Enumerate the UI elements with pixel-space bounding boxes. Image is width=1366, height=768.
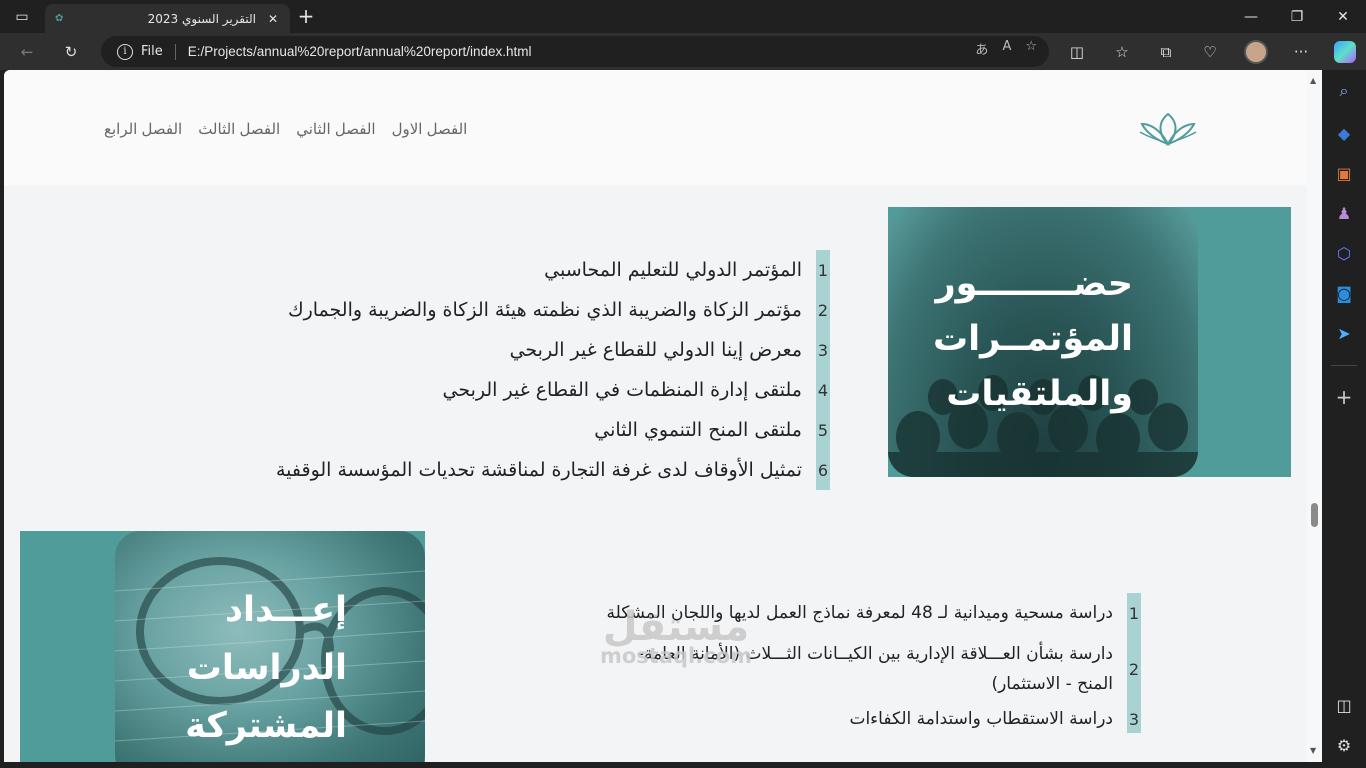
microsoft-365-icon[interactable]: ⬡ (1333, 242, 1355, 264)
address-bar[interactable]: i File E:/Projects/annual%20report/annua… (101, 36, 1049, 67)
nav-chapter-4[interactable]: الفصل الرابع (104, 120, 182, 138)
list-item: 5 ملتقى المنح التنموي الثاني (276, 410, 830, 450)
item-number: 1 (816, 250, 830, 290)
item-text: مؤتمر الزكاة والضريبة الذي نظمته هيئة ال… (287, 299, 802, 321)
copilot-icon[interactable] (1332, 39, 1358, 65)
list-item: 4 ملتقى إدارة المنظمات في القطاع غير الر… (276, 370, 830, 410)
minimize-icon[interactable]: — (1228, 0, 1274, 33)
item-text: دراسة الاستقطاب واستدامة الكفاءات (849, 709, 1113, 729)
item-number: 1 (1127, 593, 1141, 633)
item-number: 6 (816, 450, 830, 490)
watermark-latin: mostaql.com (600, 644, 752, 668)
copilot-logo (1334, 41, 1356, 63)
avatar (1244, 40, 1268, 64)
translate-icon[interactable]: あ (975, 39, 988, 58)
conferences-card: حضــــــــور المؤتمــرات والملتقيات (888, 207, 1291, 477)
shopping-tag-icon[interactable]: ◆ (1333, 122, 1355, 144)
address-separator (174, 43, 176, 60)
close-window-icon[interactable]: ✕ (1320, 0, 1366, 33)
studies-card: إعـــداد الدراسات المشتركة (20, 531, 425, 762)
scroll-up-icon[interactable]: ▲ (1310, 76, 1316, 85)
sidebar-settings-icon[interactable]: ⚙ (1333, 734, 1355, 756)
tools-briefcase-icon[interactable]: ▣ (1333, 162, 1355, 184)
nav-chapter-2[interactable]: الفصل الثاني (296, 120, 375, 138)
tab-favicon-icon: ✿ (55, 12, 64, 24)
item-number: 3 (816, 330, 830, 370)
tab-actions-icon[interactable]: ▭ (2, 0, 42, 33)
sidebar-divider (1331, 365, 1357, 366)
browser-sidebar: ⌕ ◆ ▣ ♟ ⬡ ◙ ➤ + ◫ ⚙ (1322, 70, 1366, 768)
scroll-down-icon[interactable]: ▼ (1310, 746, 1316, 755)
item-number: 2 (1127, 633, 1141, 705)
list-item: 1 المؤتمر الدولي للتعليم المحاسبي (276, 250, 830, 290)
item-text: المنح - الاستثمار) (991, 674, 1113, 694)
item-number: 3 (1127, 705, 1141, 733)
conferences-title-line2: المؤتمــرات (932, 319, 1133, 359)
profile-avatar[interactable] (1243, 39, 1269, 65)
drop-send-icon[interactable]: ➤ (1333, 322, 1355, 344)
chapter-nav: الفصل الاول الفصل الثاني الفصل الثالث ال… (104, 120, 467, 138)
add-sidebar-app-icon[interactable]: + (1333, 385, 1355, 409)
item-text: تمثيل الأوقاف لدى غرفة التجارة لمناقشة ت… (275, 459, 802, 481)
conferences-title: حضــــــــور المؤتمــرات والملتقيات (933, 257, 1133, 422)
item-text: معرض إينا الدولي للقطاع غير الربحي (509, 339, 802, 361)
content-area: حضــــــــور المؤتمــرات والملتقيات 1 ال… (4, 185, 1307, 762)
tab-close-icon[interactable]: ✕ (266, 12, 280, 26)
url-scheme: File (141, 44, 163, 59)
browser-toolbar: ← ↻ i File E:/Projects/annual%20report/a… (0, 33, 1366, 70)
list-item: 6 تمثيل الأوقاف لدى غرفة التجارة لمناقشة… (276, 450, 830, 490)
tab-title: التقرير السنوي 2023 (147, 11, 256, 26)
url-text[interactable]: E:/Projects/annual%20report/annual%20rep… (188, 44, 532, 59)
more-menu-icon[interactable]: ··· (1288, 39, 1314, 65)
conferences-title-line1: حضــــــــور (935, 264, 1133, 304)
item-text: ملتقى المنح التنموي الثاني (594, 419, 802, 441)
item-number: 5 (816, 410, 830, 450)
browser-tab[interactable]: ✿ التقرير السنوي 2023 ✕ (45, 4, 290, 33)
studies-title: إعـــداد الدراسات المشتركة (185, 581, 347, 755)
item-number: 2 (816, 290, 830, 330)
item-text: المؤتمر الدولي للتعليم المحاسبي (544, 259, 802, 281)
mostaql-watermark: مستقل mostaql.com (600, 604, 752, 668)
scroll-thumb[interactable] (1311, 503, 1318, 527)
site-header: الفصل الاول الفصل الثاني الفصل الثالث ال… (4, 70, 1307, 185)
favorites-icon[interactable]: ☆ (1109, 39, 1135, 65)
conferences-title-line3: والملتقيات (946, 374, 1133, 414)
conferences-list: 1 المؤتمر الدولي للتعليم المحاسبي 2 مؤتم… (276, 250, 830, 490)
list-item: 3 دراسة الاستقطاب واستدامة الكفاءات (607, 705, 1141, 733)
new-tab-button[interactable]: + (292, 4, 320, 28)
favorite-star-icon[interactable]: ☆ (1025, 39, 1037, 58)
list-item: 3 معرض إينا الدولي للقطاع غير الربحي (276, 330, 830, 370)
hide-sidebar-icon[interactable]: ◫ (1333, 694, 1355, 716)
refresh-icon[interactable]: ↻ (58, 39, 84, 65)
item-number: 4 (816, 370, 830, 410)
games-icon[interactable]: ♟ (1333, 202, 1355, 224)
split-screen-icon[interactable]: ◫ (1064, 39, 1090, 65)
collections-icon[interactable]: ⧉ (1153, 39, 1179, 65)
outlook-icon[interactable]: ◙ (1333, 282, 1355, 304)
restore-icon[interactable]: ❐ (1274, 0, 1320, 33)
studies-title-line2: الدراسات (186, 648, 347, 688)
nav-chapter-3[interactable]: الفصل الثالث (198, 120, 280, 138)
page-scrollbar[interactable]: ▲ ▼ (1307, 70, 1322, 762)
nav-chapter-1[interactable]: الفصل الاول (392, 120, 468, 138)
browser-titlebar: ▭ ✿ التقرير السنوي 2023 ✕ + — ❐ ✕ (0, 0, 1366, 33)
search-icon[interactable]: ⌕ (1333, 80, 1355, 102)
site-info-icon[interactable]: i (117, 43, 133, 60)
studies-title-line3: المشتركة (185, 706, 347, 746)
read-aloud-icon[interactable]: A (1002, 39, 1011, 58)
browser-essentials-icon[interactable]: ♡ (1197, 39, 1223, 65)
site-logo-icon[interactable] (1136, 110, 1200, 148)
studies-title-line1: إعـــداد (225, 590, 347, 630)
item-text: ملتقى إدارة المنظمات في القطاع غير الربح… (442, 379, 802, 401)
list-item: 2 مؤتمر الزكاة والضريبة الذي نظمته هيئة … (276, 290, 830, 330)
back-icon[interactable]: ← (14, 39, 40, 65)
